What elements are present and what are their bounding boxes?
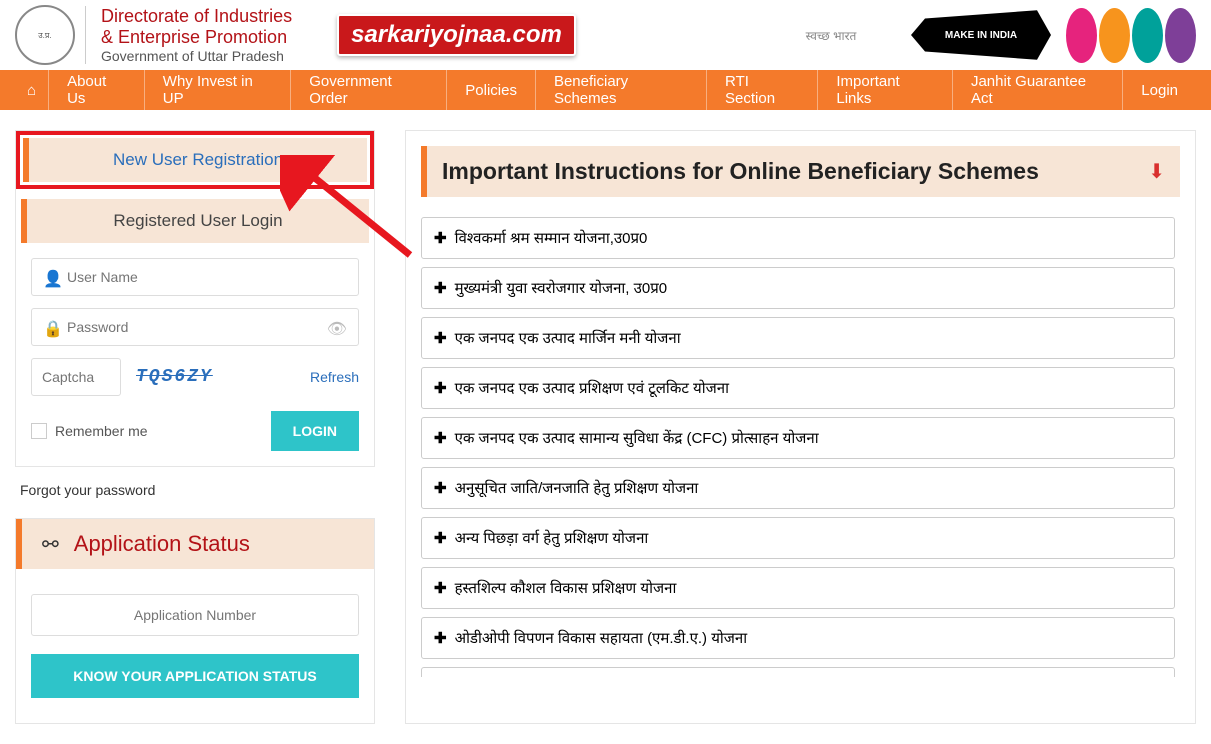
- title-line1: Directorate of Industries: [101, 6, 292, 27]
- scheme-label: हस्तशिल्प कौशल विकास प्रशिक्षण योजना: [455, 578, 677, 598]
- scheme-item[interactable]: ✚ मुख्यमंत्री युवा स्वरोजगार योजना, उ0प्र…: [421, 267, 1175, 309]
- user-icon: 👤: [43, 269, 63, 289]
- main-title: Important Instructions for Online Benefi…: [442, 158, 1039, 185]
- sidebar: New User Registration Registered User Lo…: [15, 130, 375, 724]
- app-status-header: ⚯ Application Status: [16, 519, 374, 569]
- login-form: 👤 🔒 👁 TQS6ZY Refresh Remember me: [16, 243, 374, 451]
- password-input[interactable]: [31, 308, 359, 346]
- application-status-panel: ⚯ Application Status KNOW YOUR APPLICATI…: [15, 518, 375, 724]
- swachh-bharat-logo: स्वच्छ भारत: [766, 10, 896, 60]
- main-title-bar: Important Instructions for Online Benefi…: [421, 146, 1180, 197]
- header: उ.प्र. Directorate of Industries & Enter…: [0, 0, 1211, 70]
- application-number-input[interactable]: [31, 594, 359, 636]
- forgot-password-link[interactable]: Forgot your password: [20, 482, 375, 498]
- scheme-label: ओडीओपी विपणन विकास सहायता (एम.डी.ए.) योज…: [455, 628, 748, 648]
- plus-icon: ✚: [434, 479, 447, 497]
- login-button[interactable]: LOGIN: [271, 411, 359, 451]
- username-input[interactable]: [31, 258, 359, 296]
- plus-icon: ✚: [434, 529, 447, 547]
- share-icon: ⚯: [42, 532, 59, 557]
- plus-icon: ✚: [434, 629, 447, 647]
- login-panel: New User Registration Registered User Lo…: [15, 130, 375, 467]
- captcha-row: TQS6ZY Refresh: [31, 358, 359, 396]
- checkbox-icon: [31, 423, 47, 439]
- nav-janhit[interactable]: Janhit Guarantee Act: [953, 70, 1123, 110]
- scheme-item[interactable]: ✚मुख्य मंत्री हस्तशिल्प पेंशन योजना: [421, 667, 1175, 677]
- odop-logo: [1066, 8, 1196, 63]
- captcha-image: TQS6ZY: [136, 367, 213, 387]
- make-in-india-logo: MAKE IN INDIA: [911, 8, 1051, 63]
- site-title: Directorate of Industries & Enterprise P…: [85, 6, 292, 64]
- lock-icon: 🔒: [43, 319, 63, 339]
- plus-icon: ✚: [434, 329, 447, 347]
- download-icon[interactable]: ⬇: [1148, 159, 1165, 184]
- scheme-label: अनुसूचित जाति/जनजाति हेतु प्रशिक्षण योजन…: [455, 478, 699, 498]
- scheme-label: विश्वकर्मा श्रम सम्मान योजना,उ0प्र0: [455, 228, 648, 248]
- registered-user-login-tab[interactable]: Registered User Login: [21, 199, 369, 243]
- new-user-registration-tab[interactable]: New User Registration: [23, 138, 367, 182]
- nav-gov-order[interactable]: Government Order: [291, 70, 447, 110]
- nav-policies[interactable]: Policies: [447, 70, 536, 110]
- nav-login[interactable]: Login: [1123, 70, 1196, 110]
- scheme-item[interactable]: ✚ ओडीओपी विपणन विकास सहायता (एम.डी.ए.) यो…: [421, 617, 1175, 659]
- captcha-input[interactable]: [31, 358, 121, 396]
- logo-section: उ.प्र. Directorate of Industries & Enter…: [15, 5, 292, 65]
- plus-icon: ✚: [434, 429, 447, 447]
- scheme-item[interactable]: ✚ एक जनपद एक उत्पाद सामान्य सुविधा केंद्र…: [421, 417, 1175, 459]
- nav-about[interactable]: About Us: [49, 70, 145, 110]
- nav-rti[interactable]: RTI Section: [707, 70, 818, 110]
- scheme-label: अन्य पिछड़ा वर्ग हेतु प्रशिक्षण योजना: [455, 528, 649, 548]
- refresh-captcha-link[interactable]: Refresh: [310, 369, 359, 385]
- highlight-annotation: New User Registration: [16, 131, 374, 189]
- nav-links[interactable]: Important Links: [818, 70, 953, 110]
- watermark-overlay: sarkariyojnaa.com: [337, 14, 576, 56]
- nav-home[interactable]: ⌂: [15, 70, 49, 110]
- scheme-item[interactable]: ✚ एक जनपद एक उत्पाद प्रशिक्षण एवं टूलकिट …: [421, 367, 1175, 409]
- scheme-item[interactable]: ✚ अनुसूचित जाति/जनजाति हेतु प्रशिक्षण योज…: [421, 467, 1175, 509]
- nav-schemes[interactable]: Beneficiary Schemes: [536, 70, 707, 110]
- remember-label: Remember me: [55, 423, 148, 439]
- header-logos: स्वच्छ भारत MAKE IN INDIA: [766, 8, 1196, 63]
- scheme-label: एक जनपद एक उत्पाद मार्जिन मनी योजना: [455, 328, 681, 348]
- plus-icon: ✚: [434, 279, 447, 297]
- scheme-label: एक जनपद एक उत्पाद सामान्य सुविधा केंद्र …: [455, 428, 819, 448]
- app-status-body: KNOW YOUR APPLICATION STATUS: [16, 569, 374, 723]
- plus-icon: ✚: [434, 379, 447, 397]
- scheme-item[interactable]: ✚ हस्तशिल्प कौशल विकास प्रशिक्षण योजना: [421, 567, 1175, 609]
- plus-icon: ✚: [434, 579, 447, 597]
- plus-icon: ✚: [434, 229, 447, 247]
- scheme-item[interactable]: ✚ विश्वकर्मा श्रम सम्मान योजना,उ0प्र0: [421, 217, 1175, 259]
- main-content: Important Instructions for Online Benefi…: [405, 130, 1196, 724]
- content-area: New User Registration Registered User Lo…: [0, 110, 1211, 744]
- title-line3: Government of Uttar Pradesh: [101, 48, 292, 64]
- login-actions: Remember me LOGIN: [31, 411, 359, 451]
- up-govt-emblem: उ.प्र.: [15, 5, 75, 65]
- title-line2: & Enterprise Promotion: [101, 27, 292, 48]
- scheme-label: मुख्यमंत्री युवा स्वरोजगार योजना, उ0प्र0: [455, 278, 668, 298]
- nav-why-invest[interactable]: Why Invest in UP: [145, 70, 291, 110]
- schemes-list[interactable]: ✚विश्वकर्मा श्रम सम्मान योजना,उ0प्र0 ✚मु…: [421, 217, 1180, 677]
- app-status-title: Application Status: [74, 531, 250, 557]
- scheme-item[interactable]: ✚ एक जनपद एक उत्पाद मार्जिन मनी योजना: [421, 317, 1175, 359]
- eye-icon[interactable]: 👁: [327, 319, 347, 339]
- remember-me-checkbox[interactable]: Remember me: [31, 423, 148, 439]
- scheme-label: एक जनपद एक उत्पाद प्रशिक्षण एवं टूलकिट य…: [455, 378, 729, 398]
- know-status-button[interactable]: KNOW YOUR APPLICATION STATUS: [31, 654, 359, 698]
- scheme-item[interactable]: ✚ अन्य पिछड़ा वर्ग हेतु प्रशिक्षण योजना: [421, 517, 1175, 559]
- main-nav: ⌂ About Us Why Invest in UP Government O…: [0, 70, 1211, 110]
